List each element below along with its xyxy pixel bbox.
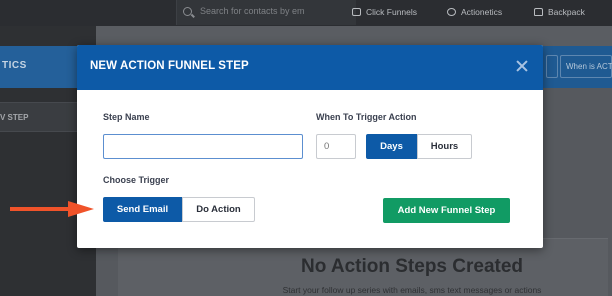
sidebar-item-label: V STEP — [0, 113, 29, 122]
nav-link-click-funnels[interactable]: Click Funnels — [352, 7, 417, 17]
funnel-icon — [352, 8, 361, 16]
top-navigation-bar: Search for contacts by em Click Funnels … — [0, 0, 612, 26]
modal-title: NEW ACTION FUNNEL STEP — [90, 60, 249, 72]
contact-search[interactable]: Search for contacts by em — [176, 0, 356, 25]
empty-state-title: No Action Steps Created — [300, 256, 524, 277]
step-name-label: Step Name — [103, 112, 150, 122]
sidebar-title: TICS — [2, 60, 27, 71]
hours-toggle[interactable]: Hours — [417, 134, 472, 159]
send-email-trigger[interactable]: Send Email — [103, 197, 182, 222]
backpack-icon — [534, 8, 543, 16]
add-new-funnel-step-button[interactable]: Add New Funnel Step — [383, 198, 510, 223]
trigger-amount-input[interactable] — [316, 134, 356, 159]
search-icon — [183, 7, 192, 16]
empty-state-subtitle: Start your follow up series with emails,… — [282, 285, 542, 295]
search-placeholder: Search for contacts by em — [200, 6, 305, 16]
do-action-trigger[interactable]: Do Action — [182, 197, 255, 222]
days-toggle[interactable]: Days — [366, 134, 417, 159]
modal-header: NEW ACTION FUNNEL STEP — [77, 45, 543, 90]
nav-link-label: Click Funnels — [366, 7, 418, 17]
trigger-action-label: When To Trigger Action — [316, 112, 417, 122]
step-name-input[interactable] — [103, 134, 303, 159]
close-icon[interactable] — [513, 57, 531, 75]
header-button-when-is-action[interactable]: When is ACTI — [560, 55, 612, 78]
user-circle-icon — [447, 8, 456, 16]
nav-link-actionetics[interactable]: Actionetics — [447, 7, 502, 17]
choose-trigger-label: Choose Trigger — [103, 175, 170, 185]
annotation-arrow-icon — [10, 201, 94, 217]
nav-link-backpack[interactable]: Backpack — [534, 7, 585, 17]
nav-link-label: Backpack — [548, 7, 585, 17]
nav-link-label: Actionetics — [461, 7, 503, 17]
header-button[interactable] — [546, 55, 558, 78]
new-action-funnel-step-modal: NEW ACTION FUNNEL STEP Step Name When To… — [77, 45, 543, 248]
